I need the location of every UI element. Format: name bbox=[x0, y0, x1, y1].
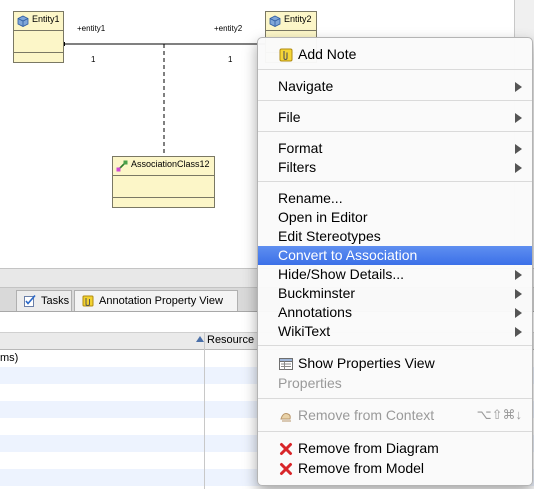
association-class-box[interactable]: AssociationClass12 bbox=[112, 156, 215, 208]
submenu-arrow-icon bbox=[515, 82, 522, 92]
menu-item-navigate[interactable]: Navigate bbox=[258, 77, 532, 96]
menu-item-file[interactable]: File bbox=[258, 108, 532, 127]
submenu-arrow-icon bbox=[515, 163, 522, 173]
menu-item-hide-show-details[interactable]: Hide/Show Details... bbox=[258, 265, 532, 284]
menu-label: Properties bbox=[278, 375, 342, 391]
submenu-arrow-icon bbox=[515, 308, 522, 318]
association-class-icon bbox=[116, 160, 128, 172]
submenu-arrow-icon bbox=[515, 270, 522, 280]
role-label-entity2: +entity2 bbox=[214, 24, 243, 33]
menu-item-properties[interactable]: Properties bbox=[258, 374, 532, 393]
menu-separator bbox=[258, 69, 532, 70]
association-class-name: AssociationClass12 bbox=[131, 159, 210, 169]
menu-label: Edit Stereotypes bbox=[278, 228, 381, 244]
menu-label: Filters bbox=[278, 159, 317, 175]
association-class-attributes bbox=[113, 176, 214, 198]
tab-annotation-property-view[interactable]: Annotation Property View bbox=[74, 290, 238, 311]
menu-label: WikiText bbox=[278, 323, 331, 339]
note-icon bbox=[279, 48, 293, 62]
menu-item-show-properties-view[interactable]: Show Properties View bbox=[258, 354, 532, 373]
column-divider[interactable] bbox=[204, 332, 205, 489]
entity2-name: Entity2 bbox=[284, 14, 312, 24]
sort-ascending-icon[interactable] bbox=[196, 336, 204, 342]
remove-context-icon bbox=[280, 413, 291, 422]
menu-item-remove-from-diagram[interactable]: Remove from Diagram bbox=[258, 439, 532, 458]
entity-icon bbox=[17, 15, 29, 27]
menu-item-remove-from-context[interactable]: Remove from Context ⌥⇧⌘↓ bbox=[258, 406, 532, 425]
red-x-icon bbox=[280, 463, 292, 475]
menu-label: Navigate bbox=[278, 78, 334, 94]
menu-label: Remove from Model bbox=[298, 460, 425, 476]
menu-item-buckminster[interactable]: Buckminster bbox=[258, 284, 532, 303]
multiplicity-entity2: 1 bbox=[228, 55, 233, 64]
menu-item-wikitext[interactable]: WikiText bbox=[258, 322, 532, 341]
red-x-icon bbox=[280, 443, 292, 455]
submenu-arrow-icon bbox=[515, 144, 522, 154]
menu-label: Add Note bbox=[298, 46, 357, 62]
menu-label: Open in Editor bbox=[278, 209, 368, 225]
entity-icon bbox=[269, 15, 281, 27]
menu-separator bbox=[258, 100, 532, 101]
table-cell: ms) bbox=[0, 352, 19, 364]
menu-label: Remove from Diagram bbox=[298, 440, 439, 456]
association-class-header: AssociationClass12 bbox=[113, 157, 214, 176]
multiplicity-entity1: 1 bbox=[91, 55, 96, 64]
menu-separator bbox=[258, 398, 532, 399]
menu-label: Annotations bbox=[278, 304, 352, 320]
menu-separator bbox=[258, 345, 532, 346]
menu-item-open-in-editor[interactable]: Open in Editor bbox=[258, 208, 532, 227]
menu-label: Convert to Association bbox=[278, 247, 418, 263]
entity1-attributes bbox=[14, 31, 63, 53]
app-window: Entity1 Entity2 AssociationClass12 +enti… bbox=[0, 0, 534, 489]
entity1-box[interactable]: Entity1 bbox=[13, 11, 64, 63]
tab-tasks-label: Tasks bbox=[41, 295, 70, 307]
menu-label: Buckminster bbox=[278, 285, 356, 301]
menu-label: Remove from Context bbox=[298, 407, 435, 423]
entity1-header: Entity1 bbox=[14, 12, 63, 31]
context-menu: Add Note Navigate File Format Filters Re… bbox=[257, 37, 533, 486]
menu-separator bbox=[258, 431, 532, 432]
annotation-icon bbox=[82, 295, 94, 307]
menu-label: Show Properties View bbox=[298, 355, 435, 371]
menu-label: Format bbox=[278, 140, 323, 156]
menu-item-rename[interactable]: Rename... bbox=[258, 189, 532, 208]
submenu-arrow-icon bbox=[515, 113, 522, 123]
menu-item-convert-to-association[interactable]: Convert to Association bbox=[258, 246, 532, 265]
menu-item-format[interactable]: Format bbox=[258, 139, 532, 158]
menu-item-remove-from-model[interactable]: Remove from Model bbox=[258, 459, 532, 478]
tab-annotation-label: Annotation Property View bbox=[99, 295, 223, 307]
menu-label: File bbox=[278, 109, 301, 125]
menu-separator bbox=[258, 131, 532, 132]
tab-tasks[interactable]: Tasks bbox=[16, 290, 72, 311]
entity2-header: Entity2 bbox=[266, 12, 316, 31]
menu-item-filters[interactable]: Filters bbox=[258, 158, 532, 177]
menu-separator bbox=[258, 181, 532, 182]
tasks-icon bbox=[24, 294, 36, 307]
role-label-entity1: +entity1 bbox=[77, 24, 106, 33]
menu-item-add-note[interactable]: Add Note bbox=[258, 45, 532, 64]
menu-item-annotations[interactable]: Annotations bbox=[258, 303, 532, 322]
keyboard-shortcut: ⌥⇧⌘↓ bbox=[476, 407, 522, 422]
entity1-name: Entity1 bbox=[32, 14, 60, 24]
submenu-arrow-icon bbox=[515, 327, 522, 337]
menu-label: Rename... bbox=[278, 190, 343, 206]
menu-label: Hide/Show Details... bbox=[278, 266, 405, 282]
column-header-resource[interactable]: Resource bbox=[207, 334, 254, 346]
properties-icon bbox=[279, 358, 293, 370]
submenu-arrow-icon bbox=[515, 289, 522, 299]
menu-item-edit-stereotypes[interactable]: Edit Stereotypes bbox=[258, 227, 532, 246]
